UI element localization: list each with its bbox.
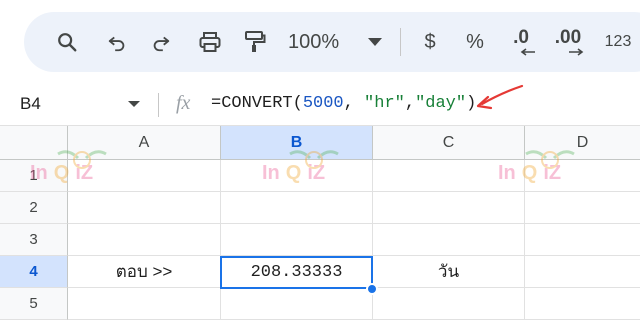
toolbar-divider bbox=[400, 28, 401, 56]
annotation-arrow-icon bbox=[476, 84, 524, 110]
increase-decimal-button[interactable]: .00 bbox=[550, 12, 586, 72]
cell-c1[interactable] bbox=[373, 160, 525, 192]
row-header-3[interactable]: 3 bbox=[0, 224, 68, 256]
column-header-a[interactable]: A bbox=[68, 126, 221, 160]
cell-d2[interactable] bbox=[525, 192, 640, 224]
cell-d5[interactable] bbox=[525, 288, 640, 320]
cell-c2[interactable] bbox=[373, 192, 525, 224]
cell-b4[interactable]: 208.33333 bbox=[220, 256, 373, 289]
currency-label: $ bbox=[424, 30, 436, 53]
toolbar: 100% $ % .0 .00 123 bbox=[24, 12, 640, 72]
select-all-corner[interactable] bbox=[0, 126, 68, 160]
toolbar-area: 100% $ % .0 .00 123 bbox=[0, 0, 640, 84]
cell-b5[interactable] bbox=[221, 288, 373, 320]
formula-input[interactable]: =CONVERT(5000, "hr","day") bbox=[211, 94, 476, 113]
zoom-dropdown-button[interactable] bbox=[364, 12, 386, 72]
cell-b3[interactable] bbox=[221, 224, 373, 256]
number-format-button[interactable]: 123 bbox=[600, 12, 636, 72]
column-header-b[interactable]: B bbox=[221, 126, 373, 160]
row-header-1[interactable]: 1 bbox=[0, 160, 68, 192]
search-menus-button[interactable] bbox=[50, 12, 84, 72]
cell-d1[interactable] bbox=[525, 160, 640, 192]
cell-d4[interactable] bbox=[525, 256, 640, 288]
row-header-4[interactable]: 4 bbox=[0, 256, 68, 288]
spreadsheet-grid: A B C D 1 2 3 4 5 ตอบ >> 208.33333 วัน bbox=[0, 126, 640, 327]
formula-bar: B4 fx =CONVERT(5000, "hr","day") bbox=[0, 84, 640, 126]
cell-a3[interactable] bbox=[68, 224, 221, 256]
formula-separator: , bbox=[404, 94, 416, 113]
cell-d3[interactable] bbox=[525, 224, 640, 256]
zoom-value: 100% bbox=[288, 30, 340, 53]
cell-c3[interactable] bbox=[373, 224, 525, 256]
formula-string-unit-from: "hr" bbox=[364, 94, 405, 113]
cell-a4[interactable]: ตอบ >> bbox=[68, 256, 221, 288]
row-header-2[interactable]: 2 bbox=[0, 192, 68, 224]
paint-format-button[interactable] bbox=[240, 12, 270, 72]
redo-button[interactable] bbox=[146, 12, 176, 72]
formula-prefix: =CONVERT( bbox=[211, 94, 303, 113]
cell-c4[interactable]: วัน bbox=[373, 256, 525, 288]
number-format-label: 123 bbox=[604, 33, 632, 50]
format-currency-button[interactable]: $ bbox=[418, 12, 442, 72]
cell-b2[interactable] bbox=[221, 192, 373, 224]
print-icon bbox=[199, 32, 221, 52]
cell-c5[interactable] bbox=[373, 288, 525, 320]
redo-icon bbox=[153, 36, 170, 52]
formula-string-unit-to: "day" bbox=[415, 94, 467, 113]
column-header-c[interactable]: C bbox=[373, 126, 525, 160]
percent-label: % bbox=[466, 30, 484, 53]
search-icon bbox=[58, 33, 77, 52]
fill-handle[interactable] bbox=[366, 283, 378, 295]
column-header-d[interactable]: D bbox=[525, 126, 640, 160]
cell-b1[interactable] bbox=[221, 160, 373, 192]
arrow-left-icon bbox=[520, 48, 535, 56]
arrow-right-icon bbox=[569, 48, 584, 56]
name-box[interactable]: B4 bbox=[20, 94, 41, 114]
decrease-decimal-button[interactable]: .0 bbox=[506, 12, 536, 72]
cell-a5[interactable] bbox=[68, 288, 221, 320]
chevron-down-icon bbox=[368, 38, 382, 46]
undo-button[interactable] bbox=[102, 12, 132, 72]
formula-separator: , bbox=[343, 94, 365, 113]
format-percent-button[interactable]: % bbox=[462, 12, 488, 72]
name-box-dropdown-icon[interactable] bbox=[128, 101, 140, 107]
increase-decimal-label: .00 bbox=[554, 27, 582, 48]
cell-a2[interactable] bbox=[68, 192, 221, 224]
row-header-5[interactable]: 5 bbox=[0, 288, 68, 320]
fx-icon: fx bbox=[176, 92, 191, 114]
formula-number: 5000 bbox=[302, 94, 344, 113]
print-button[interactable] bbox=[194, 12, 226, 72]
formula-bar-divider bbox=[158, 93, 159, 117]
zoom-select[interactable]: 100% bbox=[288, 12, 352, 72]
decrease-decimal-label: .0 bbox=[513, 27, 529, 48]
undo-icon bbox=[108, 36, 125, 52]
cell-a1[interactable] bbox=[68, 160, 221, 192]
paint-format-icon bbox=[245, 31, 266, 52]
